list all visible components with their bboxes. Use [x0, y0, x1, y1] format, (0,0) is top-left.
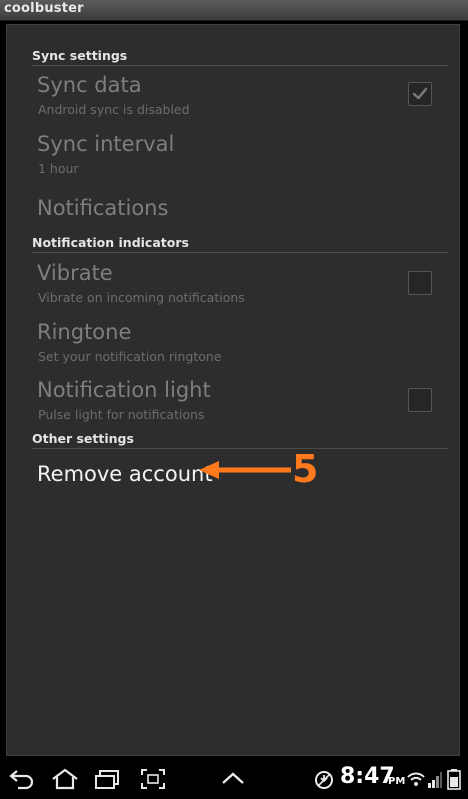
section-header-other: Other settings — [32, 429, 448, 449]
annotation-step-number: 5 — [292, 447, 319, 491]
pref-ringtone-summary: Set your notification ringtone — [38, 349, 222, 364]
sync-status-icon — [314, 770, 334, 794]
status-ampm: PM — [388, 776, 406, 787]
recent-apps-icon[interactable] — [94, 768, 122, 794]
pref-sync-interval-summary: 1 hour — [38, 161, 79, 176]
notification-light-checkbox[interactable] — [408, 388, 432, 412]
pref-notification-light-title: Notification light — [37, 378, 211, 402]
pref-vibrate-title: Vibrate — [37, 261, 113, 285]
section-header-sync: Sync settings — [32, 46, 448, 66]
wifi-icon — [406, 769, 426, 793]
checkmark-icon — [412, 87, 428, 100]
pref-sync-data-summary: Android sync is disabled — [38, 102, 190, 117]
section-header-notifications: Notification indicators — [32, 233, 448, 253]
chevron-up-icon[interactable] — [220, 768, 246, 794]
screenshot-icon[interactable] — [140, 768, 166, 794]
app-titlebar: coolbuster — [0, 0, 468, 21]
signal-icon — [427, 769, 443, 793]
home-icon[interactable] — [50, 768, 80, 794]
pref-vibrate-summary: Vibrate on incoming notifications — [38, 290, 245, 305]
pref-sync-interval-title: Sync interval — [37, 132, 175, 156]
section-header-other-label: Other settings — [32, 431, 134, 446]
remove-account-title: Remove account — [37, 462, 213, 486]
system-navbar: 8:47 PM — [0, 760, 468, 799]
battery-icon — [447, 768, 461, 794]
vibrate-checkbox[interactable] — [408, 271, 432, 295]
section-header-sync-label: Sync settings — [32, 48, 128, 63]
back-icon[interactable] — [8, 768, 36, 794]
app-title: coolbuster — [4, 1, 84, 16]
status-clock: 8:47 — [340, 764, 395, 789]
pref-notification-light-summary: Pulse light for notifications — [38, 407, 205, 422]
pref-sync-data-title: Sync data — [37, 73, 142, 97]
settings-dialog: Sync settings Sync data Android sync is … — [6, 24, 460, 756]
pref-notifications-title: Notifications — [37, 196, 169, 220]
sync-data-checkbox[interactable] — [408, 82, 432, 106]
pref-ringtone-title: Ringtone — [37, 320, 132, 344]
section-header-notifications-label: Notification indicators — [32, 235, 189, 250]
annotation-arrow-icon — [199, 461, 291, 479]
